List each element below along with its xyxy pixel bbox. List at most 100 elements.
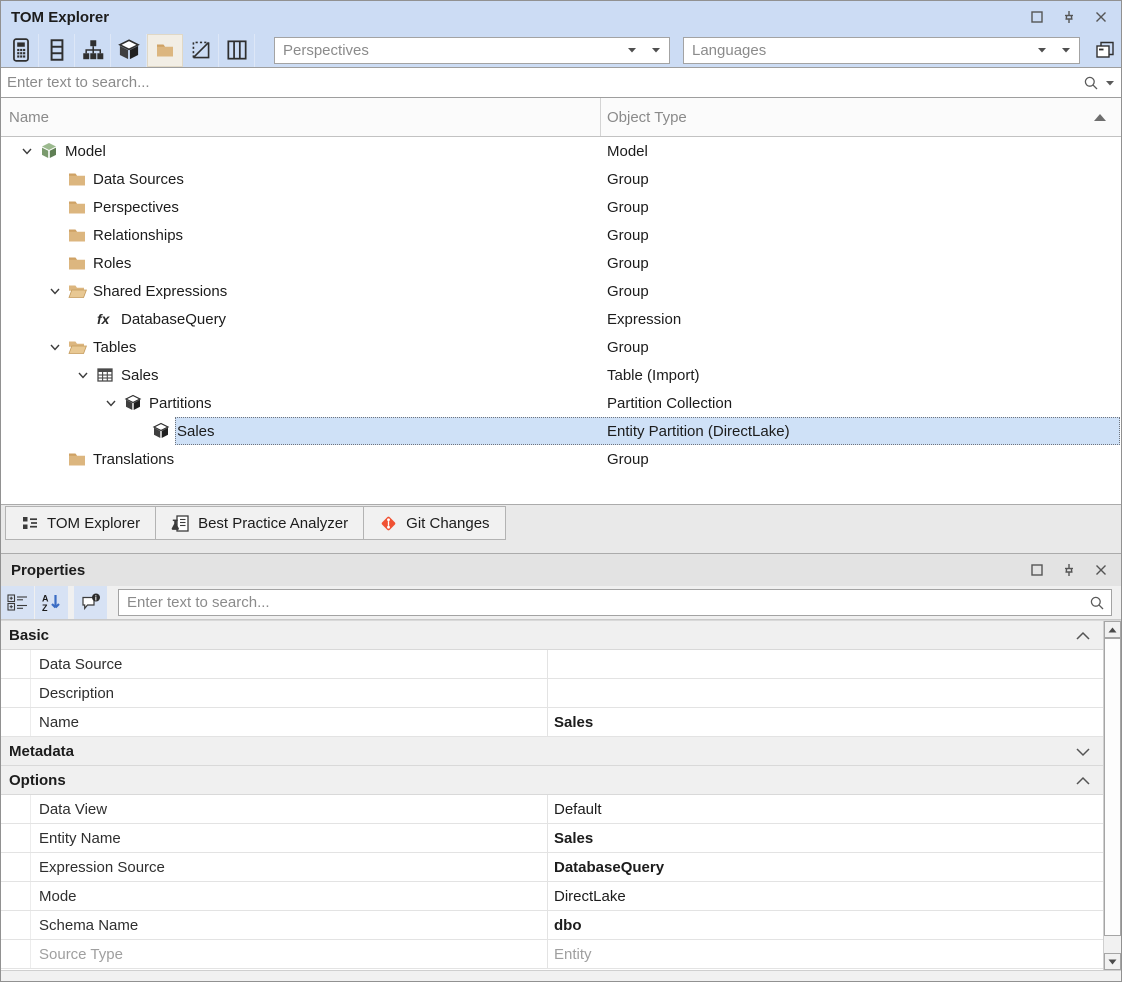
fx-icon: fx [95, 305, 119, 333]
scrollbar[interactable] [1103, 621, 1121, 970]
partition-icon [123, 389, 147, 417]
property-value[interactable]: Sales [547, 708, 1103, 736]
expander-chevron-icon[interactable] [99, 389, 123, 417]
best-practice-icon [171, 514, 190, 533]
expander-chevron-icon[interactable] [43, 333, 67, 361]
category-basic[interactable]: Basic [1, 621, 1103, 650]
pin-button[interactable] [1059, 7, 1079, 27]
tree-row-translations[interactable]: TranslationsGroup [1, 445, 1121, 473]
close-button[interactable] [1091, 560, 1111, 580]
expander-spacer [43, 165, 67, 193]
property-value[interactable] [547, 679, 1103, 707]
search-icon [1089, 595, 1105, 611]
categorized-button[interactable] [1, 586, 35, 619]
column-header-name[interactable]: Name [1, 98, 601, 136]
svg-text:A: A [42, 594, 49, 604]
properties-search-input[interactable] [119, 594, 1111, 611]
expander-chevron-icon[interactable] [71, 361, 95, 389]
row-gutter [1, 940, 31, 968]
property-value[interactable]: DirectLake [547, 882, 1103, 910]
node-label: Sales [119, 367, 159, 384]
property-row-source-type: Source TypeEntity [1, 940, 1103, 969]
tree-row-sales[interactable]: SalesTable (Import) [1, 361, 1121, 389]
close-icon [1093, 9, 1109, 25]
property-value[interactable]: Sales [547, 824, 1103, 852]
category-options[interactable]: Options [1, 766, 1103, 795]
row-gutter [1, 853, 31, 881]
tree-search-input[interactable] [1, 68, 1121, 97]
properties-search-box [118, 589, 1112, 616]
cube-view-button[interactable] [111, 34, 147, 67]
window-buttons [1027, 7, 1111, 27]
property-value[interactable]: Entity [547, 940, 1103, 968]
property-value[interactable]: Default [547, 795, 1103, 823]
chevron-up-icon[interactable] [1075, 776, 1091, 786]
object-type-cell: Partition Collection [601, 389, 1121, 417]
pin-icon [1061, 562, 1077, 578]
close-button[interactable] [1091, 7, 1111, 27]
category-metadata[interactable]: Metadata [1, 737, 1103, 766]
sort-az-button[interactable]: AZ [35, 586, 69, 619]
scroll-down-button[interactable] [1104, 953, 1121, 970]
sort-ascending-icon [1093, 113, 1107, 122]
expander-chevron-icon[interactable] [15, 137, 39, 165]
svg-text:i: i [94, 595, 96, 602]
tree-row-roles[interactable]: RolesGroup [1, 249, 1121, 277]
tab-git-changes[interactable]: Git Changes [363, 506, 505, 540]
perspective-view-button[interactable] [183, 34, 219, 67]
tree-row-tables[interactable]: TablesGroup [1, 333, 1121, 361]
tree-search-row [1, 67, 1121, 98]
property-value[interactable] [547, 650, 1103, 678]
property-value[interactable]: DatabaseQuery [547, 853, 1103, 881]
chevron-up-icon[interactable] [1075, 631, 1091, 641]
tree-row-model[interactable]: ModelModel [1, 137, 1121, 165]
pin-button[interactable] [1059, 560, 1079, 580]
folder-view-button[interactable] [147, 34, 183, 67]
window-buttons [1027, 560, 1111, 580]
tooltip-info-button[interactable]: i [74, 586, 108, 619]
chevron-down-icon[interactable] [1075, 747, 1091, 757]
node-label: Model [63, 143, 106, 160]
calculator-view-button[interactable] [3, 34, 39, 67]
status-strip [1, 970, 1121, 982]
name-cell: Partitions [1, 389, 601, 417]
tab-tom-explorer[interactable]: TOM Explorer [5, 506, 156, 540]
tree-row-perspectives[interactable]: PerspectivesGroup [1, 193, 1121, 221]
hierarchy-view-button[interactable] [75, 34, 111, 67]
maximize-button[interactable] [1027, 7, 1047, 27]
row-gutter [1, 708, 31, 736]
hierarchy-icon [80, 37, 106, 63]
search-options-chevron-icon[interactable] [1105, 80, 1115, 86]
property-label: Entity Name [31, 830, 547, 847]
folder-icon [67, 193, 91, 221]
table-columns-view-button[interactable] [219, 34, 255, 67]
expander-chevron-icon[interactable] [43, 277, 67, 305]
chevron-down-icon [1061, 47, 1071, 53]
property-value[interactable]: dbo [547, 911, 1103, 939]
scroll-up-button[interactable] [1104, 621, 1121, 638]
panel-title: TOM Explorer [11, 9, 109, 26]
svg-text:fx: fx [97, 311, 111, 327]
tree-row-data-sources[interactable]: Data SourcesGroup [1, 165, 1121, 193]
languages-combobox[interactable]: Languages [683, 37, 1080, 64]
column-list-view-button[interactable] [39, 34, 75, 67]
tab-best-practice-analyzer[interactable]: Best Practice Analyzer [155, 506, 364, 540]
tree-row-shared-expressions[interactable]: Shared ExpressionsGroup [1, 277, 1121, 305]
column-header-object-type[interactable]: Object Type [601, 98, 1121, 136]
row-gutter [1, 650, 31, 678]
tom-title-bar: TOM Explorer [1, 1, 1121, 33]
scroll-thumb[interactable] [1104, 638, 1121, 936]
cascade-windows-button[interactable] [1091, 36, 1119, 64]
tree-row-partitions[interactable]: PartitionsPartition Collection [1, 389, 1121, 417]
tree-row-sales[interactable]: SalesEntity Partition (DirectLake) [1, 417, 1121, 445]
maximize-button[interactable] [1027, 560, 1047, 580]
sort-az-icon: AZ [41, 593, 62, 612]
tree-row-databasequery[interactable]: fxDatabaseQueryExpression [1, 305, 1121, 333]
panel-splitter[interactable] [1, 541, 1121, 553]
property-label: Data Source [31, 656, 547, 673]
languages-value: Languages [692, 42, 766, 59]
tree-row-relationships[interactable]: RelationshipsGroup [1, 221, 1121, 249]
partition-icon [151, 417, 175, 445]
perspectives-combobox[interactable]: Perspectives [274, 37, 670, 64]
expander-spacer [127, 417, 151, 445]
